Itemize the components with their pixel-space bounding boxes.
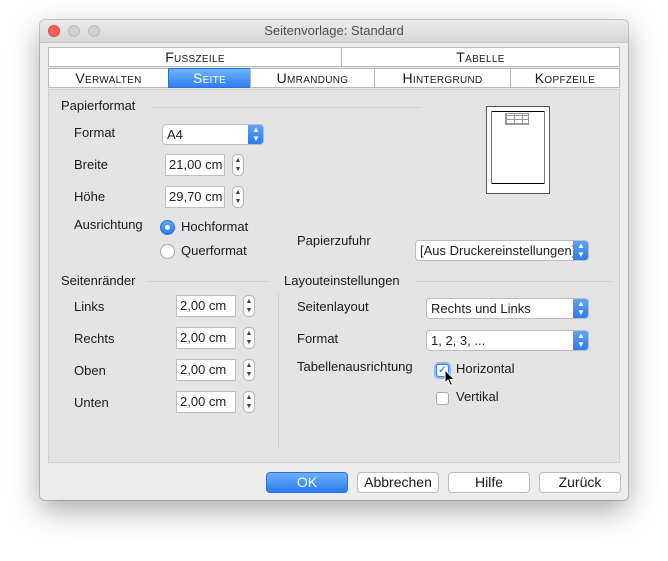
- paper-format-select[interactable]: A4 ▲ ▼: [162, 124, 264, 145]
- margin-left-stepper[interactable]: ▲ ▼: [243, 295, 255, 317]
- margin-right-input[interactable]: 2,00 cm: [176, 327, 236, 349]
- margin-bottom-input[interactable]: 2,00 cm: [176, 391, 236, 413]
- page-style-dialog: Seitenvorlage: Standard Fusszeile Tabell…: [40, 20, 628, 500]
- margin-left-label: Links: [74, 299, 105, 314]
- paper-format-value: A4: [167, 127, 183, 142]
- margin-top-label: Oben: [74, 363, 106, 378]
- paper-format-heading: Papierformat: [61, 98, 136, 113]
- page-preview: [486, 106, 550, 194]
- width-label: Breite: [74, 157, 108, 172]
- tab-fusszeile[interactable]: Fusszeile: [48, 47, 342, 67]
- zoom-button[interactable]: [88, 25, 100, 37]
- tab-page-panel: Papierformat Format A4 ▲ ▼ Breite 21,00 c…: [48, 89, 620, 463]
- page-layout-label: Seitenlayout: [297, 299, 369, 314]
- page-layout-value: Rechts und Links: [431, 301, 531, 316]
- section-divider: [415, 281, 611, 282]
- layout-heading: Layouteinstellungen: [284, 273, 400, 288]
- portrait-label[interactable]: Hochformat: [181, 219, 248, 234]
- page-layout-select[interactable]: Rechts und Links ▲ ▼: [426, 298, 589, 319]
- margin-bottom-label: Unten: [74, 395, 109, 410]
- table-preview-icon: [505, 113, 529, 125]
- margin-right-stepper[interactable]: ▲ ▼: [243, 327, 255, 349]
- section-divider: [147, 281, 269, 282]
- tab-umrandung[interactable]: Umrandung: [250, 68, 375, 88]
- table-alignment-label: Tabellenausrichtung: [297, 359, 413, 374]
- landscape-label[interactable]: Querformat: [181, 243, 247, 258]
- tab-tabelle[interactable]: Tabelle: [341, 47, 620, 67]
- height-input[interactable]: 29,70 cm: [165, 186, 225, 208]
- tab-hintergrund[interactable]: Hintergrund: [374, 68, 511, 88]
- margin-top-input[interactable]: 2,00 cm: [176, 359, 236, 381]
- landscape-radio[interactable]: [160, 244, 175, 259]
- numbering-format-label: Format: [297, 331, 339, 346]
- portrait-radio[interactable]: [160, 220, 175, 235]
- ok-button[interactable]: OK: [266, 472, 348, 493]
- width-input[interactable]: 21,00 cm: [165, 154, 225, 176]
- column-divider: [278, 293, 279, 449]
- width-stepper[interactable]: ▲ ▼: [232, 154, 244, 176]
- vertical-checkbox[interactable]: [436, 392, 449, 405]
- close-button[interactable]: [48, 25, 60, 37]
- numbering-format-select[interactable]: 1, 2, 3, ... ▲ ▼: [426, 330, 589, 351]
- paper-tray-value: [Aus Druckereinstellungen]: [420, 243, 576, 258]
- back-button[interactable]: Zurück: [539, 472, 621, 493]
- orientation-label: Ausrichtung: [74, 217, 143, 232]
- cancel-button[interactable]: Abbrechen: [357, 472, 439, 493]
- section-divider: [153, 107, 421, 108]
- margin-right-label: Rechts: [74, 331, 115, 346]
- chevron-updown-icon: ▲ ▼: [573, 299, 588, 318]
- margin-left-input[interactable]: 2,00 cm: [176, 295, 236, 317]
- tab-verwalten[interactable]: Verwalten: [48, 68, 169, 88]
- paper-tray-select[interactable]: [Aus Druckereinstellungen] ▲ ▼: [415, 240, 589, 261]
- window-title: Seitenvorlage: Standard: [264, 23, 404, 38]
- horizontal-label[interactable]: Horizontal: [456, 361, 515, 376]
- margin-top-stepper[interactable]: ▲ ▼: [243, 359, 255, 381]
- vertical-label[interactable]: Vertikal: [456, 389, 499, 404]
- chevron-updown-icon: ▲ ▼: [248, 125, 263, 144]
- margins-heading: Seitenränder: [61, 273, 136, 288]
- titlebar[interactable]: Seitenvorlage: Standard: [40, 20, 628, 43]
- numbering-format-value: 1, 2, 3, ...: [431, 333, 486, 348]
- paper-tray-label: Papierzufuhr: [297, 233, 371, 248]
- chevron-updown-icon: ▲ ▼: [573, 241, 588, 260]
- height-label: Höhe: [74, 189, 106, 204]
- height-stepper[interactable]: ▲ ▼: [232, 186, 244, 208]
- mouse-pointer-icon: [444, 369, 456, 387]
- tab-seite[interactable]: Seite: [168, 68, 251, 88]
- margin-bottom-stepper[interactable]: ▲ ▼: [243, 391, 255, 413]
- help-button[interactable]: Hilfe: [448, 472, 530, 493]
- minimize-button[interactable]: [68, 25, 80, 37]
- tab-kopfzeile[interactable]: Kopfzeile: [510, 68, 620, 88]
- chevron-updown-icon: ▲ ▼: [573, 331, 588, 350]
- format-label: Format: [74, 125, 116, 140]
